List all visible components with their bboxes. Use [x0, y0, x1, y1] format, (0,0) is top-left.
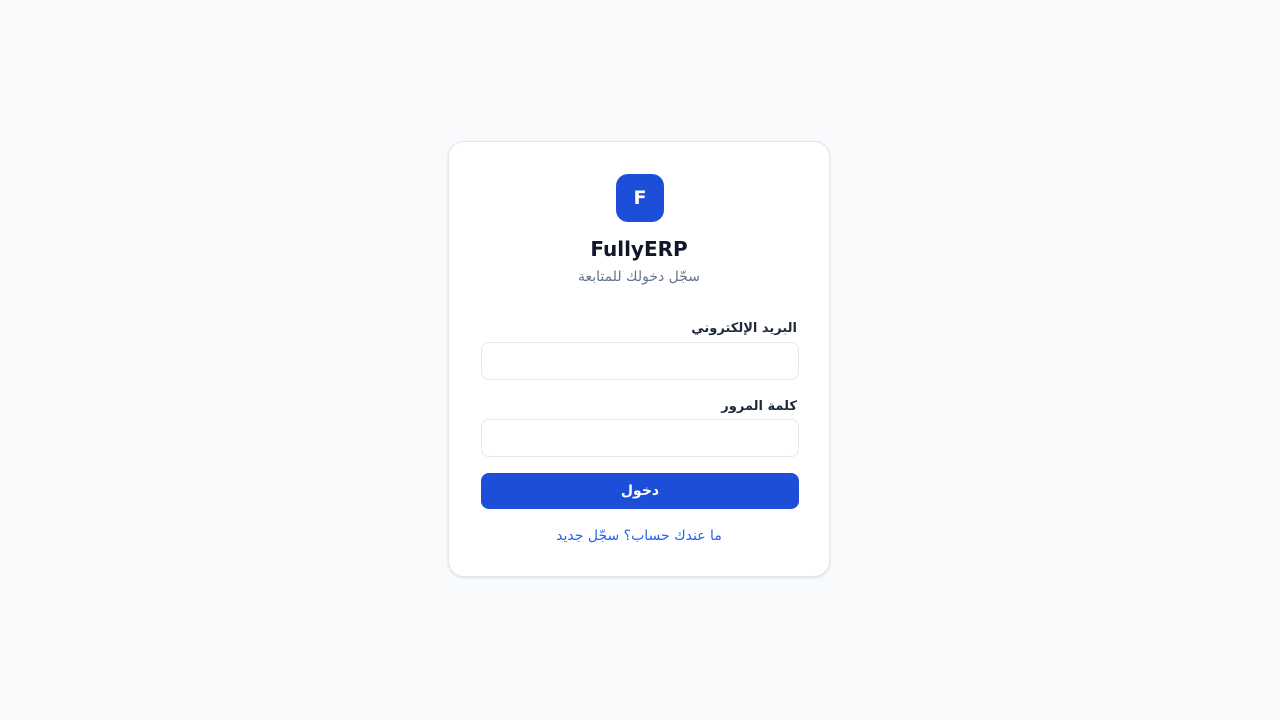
login-button[interactable]: دخول — [481, 473, 799, 509]
login-card: F FullyERP سجّل دخولك للمتابعة البريد ال… — [448, 141, 830, 577]
email-label: البريد الإلكتروني — [691, 321, 797, 336]
register-link[interactable]: ما عندك حساب؟ سجّل جديد — [449, 526, 829, 546]
password-label: كلمة المرور — [721, 399, 797, 414]
app-logo: F — [616, 174, 664, 222]
login-subtitle: سجّل دخولك للمتابعة — [577, 269, 701, 285]
logo-letter: F — [633, 187, 647, 209]
login-page: F FullyERP سجّل دخولك للمتابعة البريد ال… — [0, 0, 1280, 720]
app-title: FullyERP — [590, 237, 688, 261]
email-field[interactable] — [481, 342, 799, 380]
password-field[interactable] — [481, 419, 799, 457]
